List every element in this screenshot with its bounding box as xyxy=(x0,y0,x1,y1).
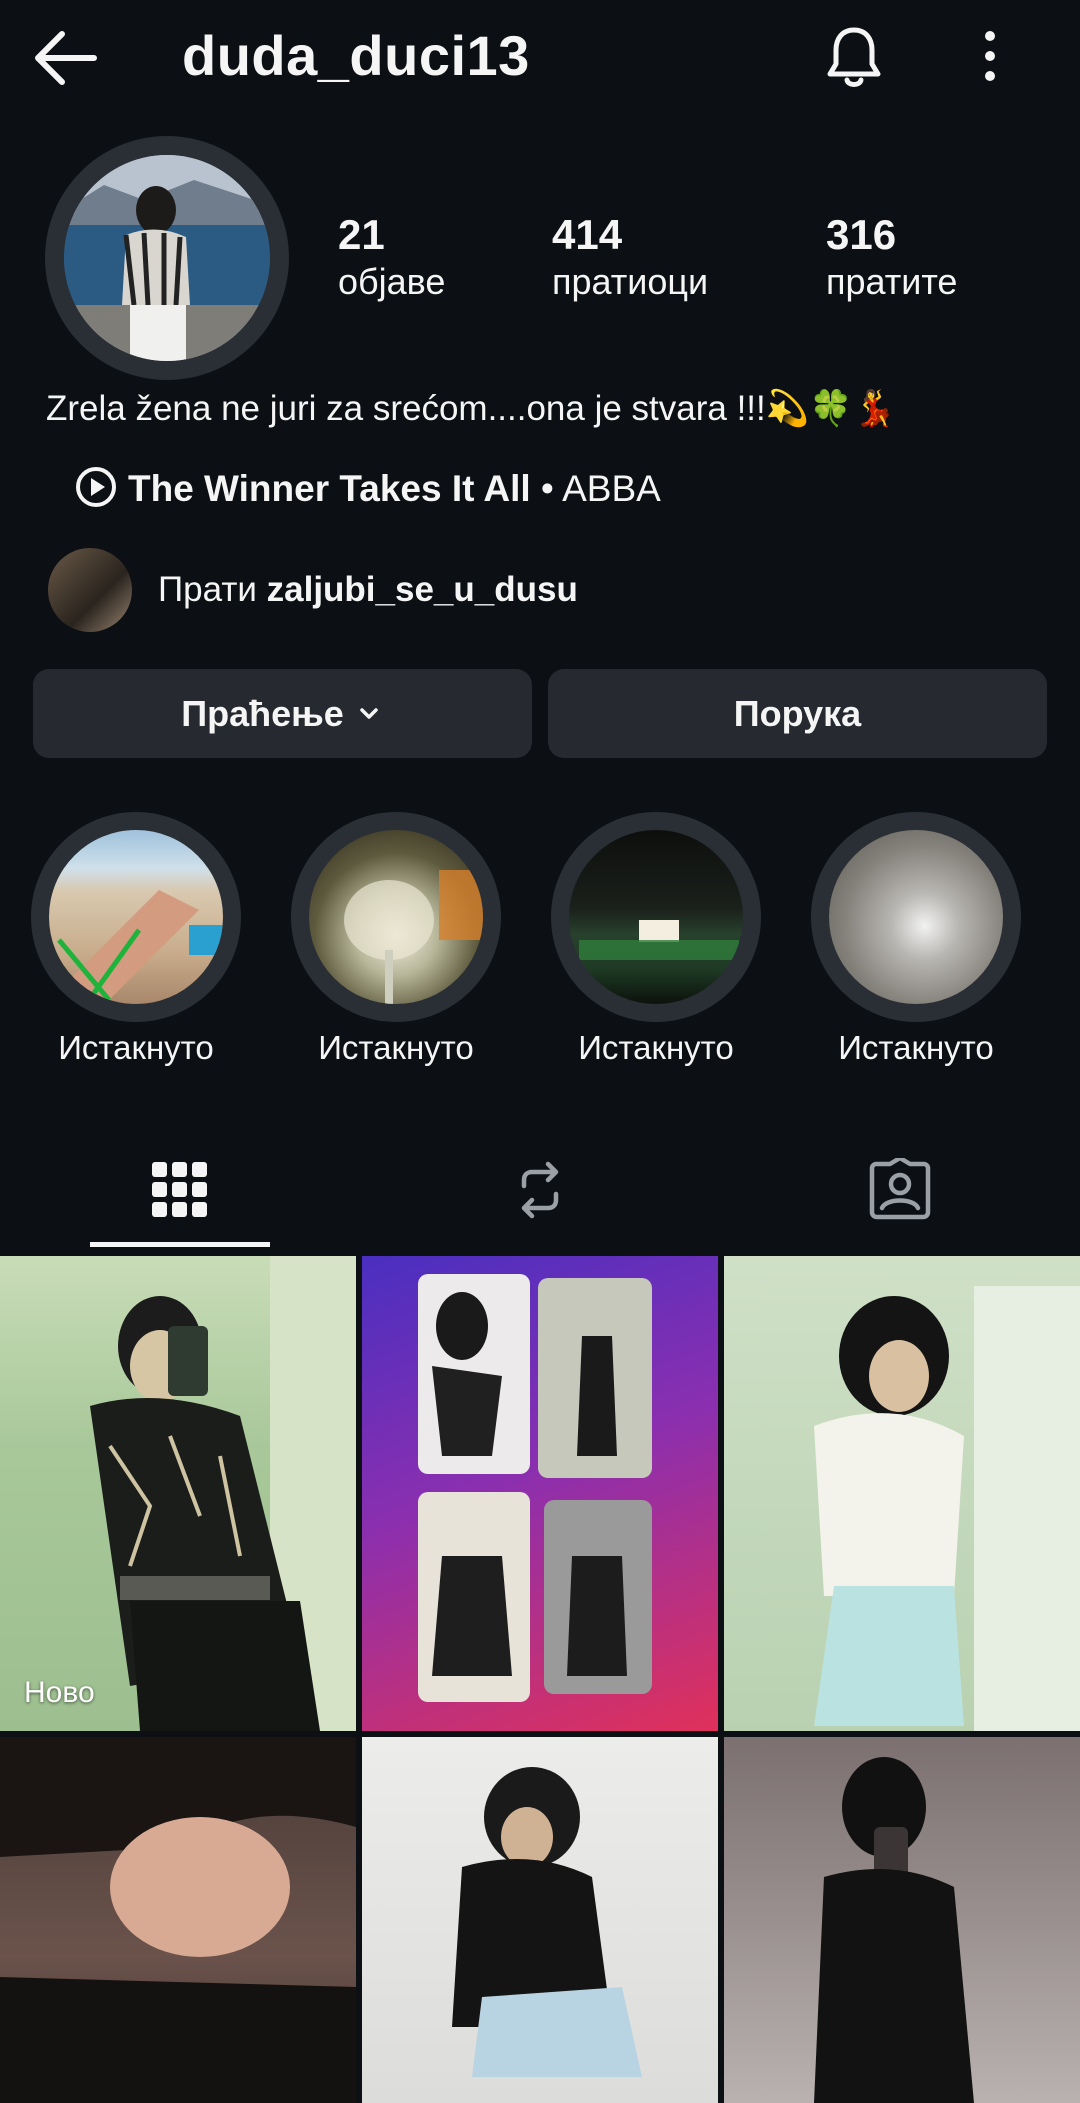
message-button[interactable]: Порука xyxy=(548,669,1047,758)
profile-username: duda_duci13 xyxy=(182,24,530,87)
highlight-2-label: Истакнуто xyxy=(318,1029,474,1066)
post-1[interactable]: Ново xyxy=(0,1256,356,1731)
arrow-left-icon xyxy=(35,31,97,85)
highlight-2-cover[interactable] xyxy=(309,830,483,1004)
tab-posts-grid[interactable] xyxy=(130,1140,230,1240)
following-label: пратите xyxy=(826,261,958,302)
tagged-person-icon xyxy=(869,1158,931,1220)
following-button-label: Праћење xyxy=(181,692,344,734)
post-3[interactable] xyxy=(724,1256,1080,1731)
following-button[interactable]: Праћење xyxy=(33,669,532,758)
mutual-follower-avatar[interactable] xyxy=(48,548,132,632)
tab-reposts[interactable] xyxy=(490,1140,590,1240)
tab-tagged[interactable] xyxy=(850,1140,950,1240)
notifications-button[interactable] xyxy=(818,20,890,92)
followers-count: 414 xyxy=(552,211,623,258)
post-4[interactable] xyxy=(0,1737,356,2103)
message-button-label: Порука xyxy=(733,692,862,734)
bell-icon xyxy=(827,27,881,87)
selected-tab-indicator xyxy=(90,1242,270,1247)
posts-stat[interactable]: 21 објаве xyxy=(338,210,445,304)
profile-avatar[interactable] xyxy=(64,155,270,361)
highlight-1-label: Истакнуто xyxy=(58,1029,214,1066)
play-circle-icon xyxy=(76,467,116,507)
grid-icon xyxy=(152,1162,207,1217)
post-6[interactable] xyxy=(724,1737,1080,2103)
followed-by-text[interactable]: Прати zaljubi_se_u_dusu xyxy=(158,566,578,614)
back-button[interactable] xyxy=(30,22,102,94)
following-stat[interactable]: 316 пратите xyxy=(826,210,957,304)
profile-music[interactable]: The Winner Takes It All • ABBA xyxy=(74,462,661,516)
profile-bio: Zrela žena ne juri za srećom....ona je s… xyxy=(46,389,897,428)
highlight-4-cover[interactable] xyxy=(829,830,1003,1004)
chevron-down-icon xyxy=(360,707,378,719)
music-artist: ABBA xyxy=(562,468,661,509)
posts-count: 21 xyxy=(338,211,385,258)
posts-label: објаве xyxy=(338,261,446,302)
followers-stat[interactable]: 414 пратиоци xyxy=(552,210,708,304)
profile-header: duda_duci13 xyxy=(0,0,1080,112)
more-options-button[interactable] xyxy=(960,20,1020,92)
followed-by-prefix: Прати xyxy=(158,570,267,609)
highlight-1-cover[interactable] xyxy=(49,830,223,1004)
followers-label: пратиоци xyxy=(552,261,709,302)
following-count: 316 xyxy=(826,211,897,258)
highlight-4-label: Истакнуто xyxy=(838,1029,994,1066)
more-vertical-icon xyxy=(985,31,995,81)
highlight-3-cover[interactable] xyxy=(569,830,743,1004)
post-2[interactable] xyxy=(362,1256,718,1731)
music-title: The Winner Takes It All xyxy=(128,468,531,509)
post-5[interactable] xyxy=(362,1737,718,2103)
music-separator: • xyxy=(530,468,563,509)
new-post-badge: Ново xyxy=(24,1676,95,1709)
highlight-3-label: Истакнуто xyxy=(578,1029,734,1066)
repost-icon xyxy=(521,1161,559,1219)
followed-by-username[interactable]: zaljubi_se_u_dusu xyxy=(267,570,578,609)
